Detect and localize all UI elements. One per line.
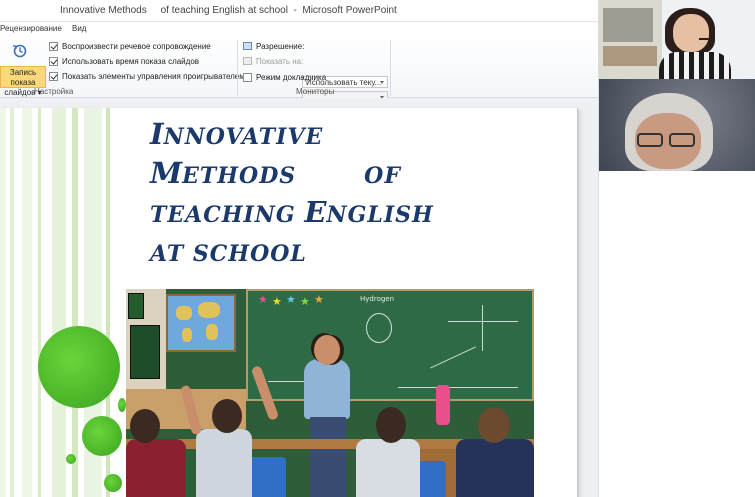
group-divider xyxy=(390,40,391,96)
glasses-icon xyxy=(669,133,695,147)
powerpoint-window: Innovative Methods of teaching English a… xyxy=(0,0,755,497)
window-title: Innovative Methods of teaching English a… xyxy=(60,5,397,16)
decorative-circle-small xyxy=(66,454,76,464)
monitors-group-label: Мониторы xyxy=(296,87,335,96)
resolution-label: Разрешение: xyxy=(256,41,305,51)
checkbox-label: Использовать время показа слайдов xyxy=(62,56,200,66)
tab-view[interactable]: Вид xyxy=(72,24,86,33)
checkbox-box[interactable] xyxy=(49,71,58,81)
decorative-circle-small xyxy=(104,474,122,492)
record-slideshow-label: Запись показа слайдов ▾ xyxy=(0,66,46,97)
slide-editor-area: INNOVATIVE METHODS OF TEACHING ENGLISH AT… xyxy=(0,98,598,497)
photo-student xyxy=(356,439,420,497)
resolution-row: Разрешение: xyxy=(243,40,304,52)
photo-world-map xyxy=(166,294,236,352)
checkbox-label: Воспроизвести речевое сопровождение xyxy=(62,41,211,51)
checkbox-label: Показать элементы управления проигрывате… xyxy=(62,71,245,81)
photo-student-head xyxy=(212,399,242,433)
photo-student xyxy=(196,429,252,497)
title-line-3: TEACHING ENGLISH xyxy=(150,195,434,229)
checkbox-box[interactable] xyxy=(49,56,58,66)
photo-teacher xyxy=(304,359,350,419)
record-slideshow-icon xyxy=(13,44,27,58)
participant-1-face xyxy=(673,14,709,52)
participant-video-2[interactable] xyxy=(599,79,755,171)
decorative-circle-large xyxy=(38,326,120,408)
checkbox-presenter-view[interactable]: Режим докладчика xyxy=(243,71,326,83)
title-bar: Innovative Methods of teaching English a… xyxy=(0,0,598,22)
checkbox-show-media-controls[interactable]: Показать элементы управления проигрывате… xyxy=(49,70,245,82)
chevron-down-icon xyxy=(380,81,384,84)
title-line-1: INNOVATIVE xyxy=(150,117,324,151)
group-divider xyxy=(237,40,238,96)
slide-title[interactable]: INNOVATIVE METHODS OF TEACHING ENGLISH AT… xyxy=(150,116,570,272)
decorative-circle-small xyxy=(118,398,126,412)
title-line-2: METHODS OF xyxy=(150,156,401,190)
photo-poster xyxy=(128,293,144,319)
show-on-label: Показать на: xyxy=(256,56,304,66)
monitor-icon xyxy=(243,42,252,50)
ribbon: Запись показа слайдов ▾ Воспроизвести ре… xyxy=(0,36,598,103)
checkbox-box[interactable] xyxy=(49,41,58,51)
photo-student-head xyxy=(376,407,406,443)
monitor-icon xyxy=(243,57,252,65)
photo-backpack xyxy=(436,385,450,425)
record-slideshow-button[interactable]: Запись показа слайдов ▾ xyxy=(0,38,46,97)
photo-student xyxy=(126,439,186,497)
setup-group-label: Настройка xyxy=(34,87,74,96)
checkbox-box[interactable] xyxy=(243,72,252,82)
photo-student-head xyxy=(478,407,510,443)
decorative-circle-medium xyxy=(82,416,122,456)
photo-student xyxy=(456,439,534,497)
classroom-photo[interactable]: Hydrogen ★ ★ ★ ★ ★ xyxy=(126,289,534,497)
photo-teacher-legs xyxy=(310,417,346,497)
photo-star-garland: ★ ★ ★ ★ ★ xyxy=(258,294,324,308)
checkbox-play-narrations[interactable]: Воспроизвести речевое сопровождение xyxy=(49,40,211,52)
tab-review[interactable]: Рецензирование xyxy=(0,24,62,33)
video-call-panel xyxy=(598,0,755,497)
photo-student-head xyxy=(130,409,160,443)
participant-video-1[interactable] xyxy=(599,0,755,79)
chalkboard-text: Hydrogen xyxy=(360,295,395,303)
slide-canvas[interactable]: INNOVATIVE METHODS OF TEACHING ENGLISH AT… xyxy=(0,108,578,497)
photo-teacher-head xyxy=(314,335,340,365)
photo-poster xyxy=(130,325,160,379)
show-on-row: Показать на: xyxy=(243,55,303,67)
title-line-4: AT SCHOOL xyxy=(150,241,307,267)
headset-mic-icon xyxy=(699,38,713,40)
checkbox-use-timings[interactable]: Использовать время показа слайдов xyxy=(49,55,199,67)
ribbon-tabs: Рецензирование Вид xyxy=(0,22,598,36)
checkbox-label: Режим докладчика xyxy=(256,72,327,82)
glasses-icon xyxy=(637,133,663,147)
